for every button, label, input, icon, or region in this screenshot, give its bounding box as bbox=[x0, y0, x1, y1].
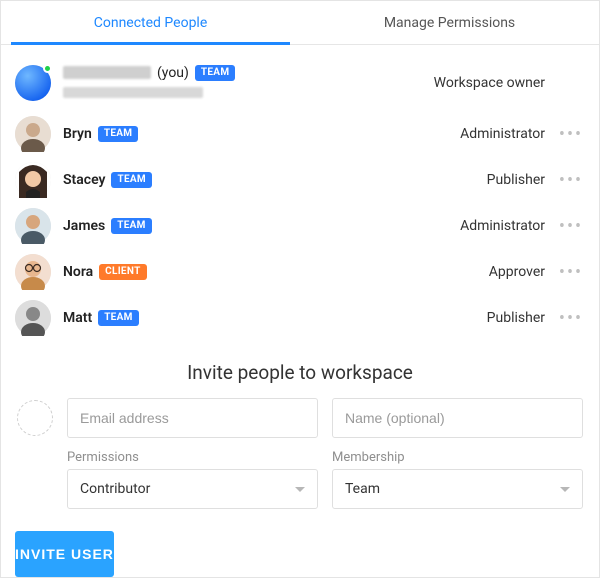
person-name: Bryn bbox=[63, 126, 92, 142]
permissions-label: Permissions bbox=[67, 450, 318, 465]
membership-badge: TEAM bbox=[111, 218, 152, 234]
permissions-select[interactable]: Contributor bbox=[67, 469, 318, 509]
person-role: Workspace owner bbox=[434, 75, 545, 91]
person-info: James TEAM bbox=[63, 218, 448, 234]
you-indicator: (you) bbox=[157, 65, 189, 81]
membership-badge: TEAM bbox=[98, 310, 139, 326]
ellipsis-icon: ••• bbox=[559, 124, 583, 145]
person-row: Stacey TEAM Publisher ••• bbox=[15, 157, 585, 203]
email-field[interactable] bbox=[67, 398, 318, 438]
invite-form: Permissions Contributor Membership Team bbox=[1, 384, 599, 523]
row-menu-button[interactable]: ••• bbox=[557, 170, 585, 191]
membership-badge: CLIENT bbox=[99, 264, 146, 280]
avatar bbox=[15, 162, 51, 198]
membership-badge: TEAM bbox=[98, 126, 139, 142]
avatar bbox=[15, 300, 51, 336]
membership-select[interactable]: Team bbox=[332, 469, 583, 509]
tab-label: Connected People bbox=[94, 15, 208, 31]
person-row: Bryn TEAM Administrator ••• bbox=[15, 111, 585, 157]
person-name: James bbox=[63, 218, 105, 234]
ellipsis-icon: ••• bbox=[559, 262, 583, 283]
row-menu-button[interactable]: ••• bbox=[557, 124, 585, 145]
tab-connected-people[interactable]: Connected People bbox=[1, 1, 300, 44]
row-menu-button[interactable]: ••• bbox=[557, 308, 585, 329]
row-menu-button[interactable]: ••• bbox=[557, 262, 585, 283]
person-row: James TEAM Administrator ••• bbox=[15, 203, 585, 249]
presence-dot-icon bbox=[43, 64, 52, 73]
person-row: Matt TEAM Publisher ••• bbox=[15, 295, 585, 341]
invite-user-button[interactable]: INVITE USER bbox=[15, 531, 114, 577]
select-value: Contributor bbox=[80, 481, 150, 497]
avatar bbox=[15, 254, 51, 290]
people-list: (you) TEAM Workspace owner ••• Bryn TEAM… bbox=[1, 45, 599, 347]
person-info: Matt TEAM bbox=[63, 310, 475, 326]
tabs: Connected People Manage Permissions bbox=[1, 1, 599, 45]
person-role: Administrator bbox=[460, 218, 545, 234]
ellipsis-icon: ••• bbox=[559, 308, 583, 329]
person-name-redacted bbox=[63, 66, 151, 79]
person-name: Nora bbox=[63, 264, 93, 280]
person-role: Approver bbox=[489, 264, 545, 280]
person-name: Stacey bbox=[63, 172, 105, 188]
person-role: Publisher bbox=[487, 172, 545, 188]
avatar bbox=[15, 116, 51, 152]
person-email-redacted bbox=[63, 87, 203, 98]
membership-label: Membership bbox=[332, 450, 583, 465]
tab-label: Manage Permissions bbox=[384, 15, 515, 31]
tab-manage-permissions[interactable]: Manage Permissions bbox=[300, 1, 599, 44]
ellipsis-icon: ••• bbox=[559, 170, 583, 191]
chevron-down-icon bbox=[295, 487, 305, 492]
membership-badge: TEAM bbox=[111, 172, 152, 188]
chevron-down-icon bbox=[560, 487, 570, 492]
person-name: Matt bbox=[63, 310, 92, 326]
person-role: Publisher bbox=[487, 310, 545, 326]
person-row: (you) TEAM Workspace owner ••• bbox=[15, 55, 585, 111]
select-value: Team bbox=[345, 481, 380, 497]
button-label: INVITE USER bbox=[15, 546, 114, 562]
invite-title: Invite people to workspace bbox=[1, 361, 599, 384]
person-info: Bryn TEAM bbox=[63, 126, 448, 142]
ellipsis-icon: ••• bbox=[559, 216, 583, 237]
person-info: Stacey TEAM bbox=[63, 172, 475, 188]
person-info: (you) TEAM bbox=[63, 65, 422, 102]
avatar bbox=[15, 208, 51, 244]
person-info: Nora CLIENT bbox=[63, 264, 477, 280]
membership-badge: TEAM bbox=[195, 65, 236, 81]
person-role: Administrator bbox=[460, 126, 545, 142]
avatar bbox=[15, 65, 51, 101]
person-row: Nora CLIENT Approver ••• bbox=[15, 249, 585, 295]
name-field[interactable] bbox=[332, 398, 583, 438]
avatar-placeholder-icon bbox=[17, 400, 53, 436]
row-menu-button[interactable]: ••• bbox=[557, 216, 585, 237]
